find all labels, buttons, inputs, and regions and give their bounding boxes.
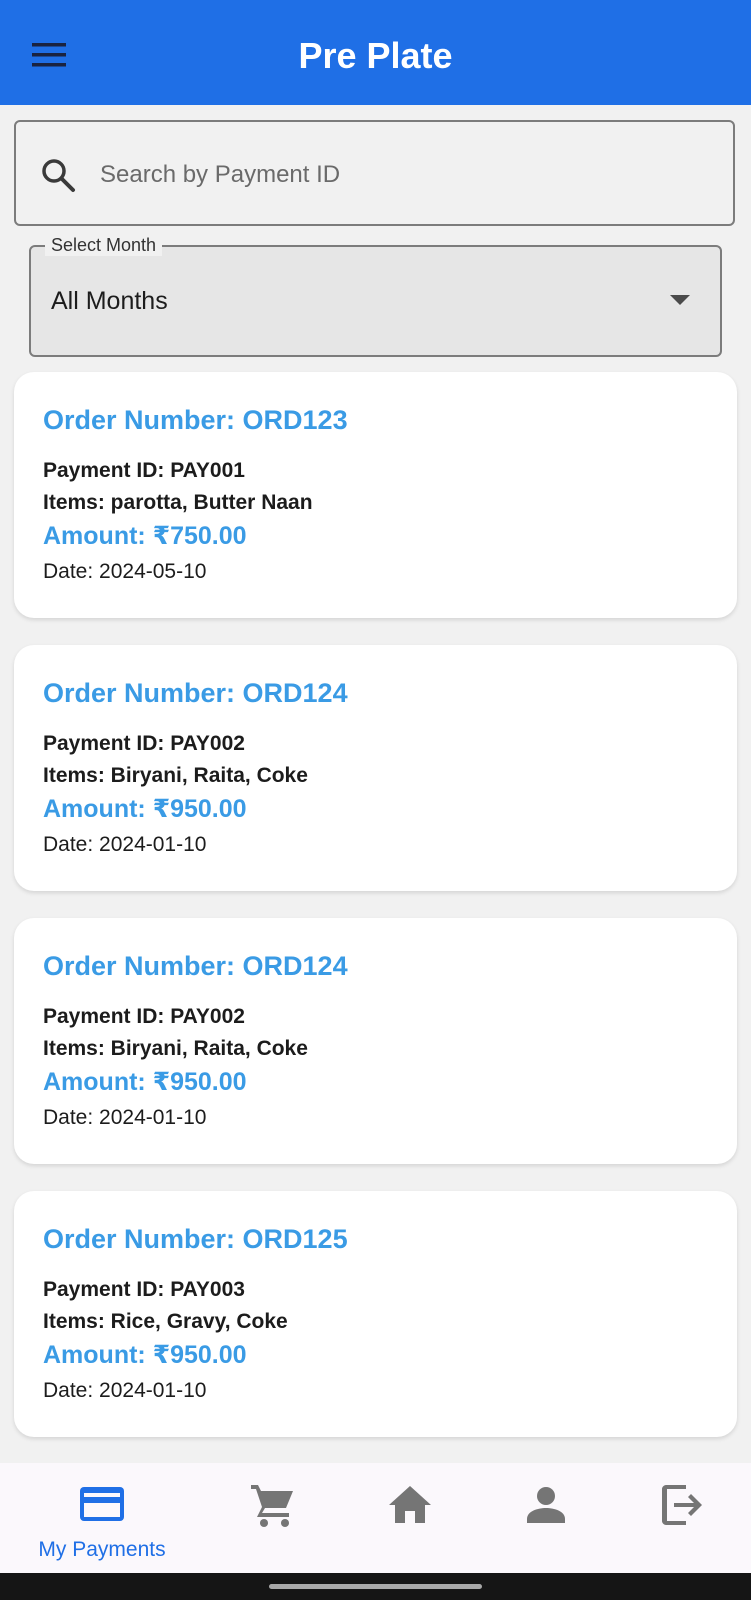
order-date: Date: 2024-05-10 bbox=[43, 560, 207, 583]
order-number: Order Number: ORD125 bbox=[43, 1224, 348, 1254]
order-amount: Amount: ₹950.00 bbox=[43, 1341, 247, 1369]
order-card[interactable]: Order Number: ORD124 Payment ID: PAY002 … bbox=[14, 918, 737, 1164]
system-navigation-bar bbox=[0, 1573, 751, 1600]
payment-id: Payment ID: PAY001 bbox=[43, 459, 245, 482]
month-dropdown[interactable]: Select Month All Months bbox=[29, 234, 722, 357]
order-amount: Amount: ₹950.00 bbox=[43, 1068, 247, 1096]
search-icon bbox=[42, 159, 75, 192]
search-box[interactable] bbox=[14, 120, 735, 226]
credit-card-icon bbox=[80, 1487, 124, 1521]
cart-icon bbox=[251, 1485, 293, 1527]
nav-home[interactable] bbox=[335, 1463, 485, 1573]
order-amount: Amount: ₹750.00 bbox=[43, 522, 247, 550]
nav-profile[interactable] bbox=[471, 1463, 621, 1573]
nav-logout[interactable] bbox=[607, 1463, 751, 1573]
order-items: Items: Rice, Gravy, Coke bbox=[43, 1310, 288, 1333]
order-date: Date: 2024-01-10 bbox=[43, 1379, 207, 1402]
month-dropdown-label: Select Month bbox=[45, 234, 163, 256]
order-items: Items: Biryani, Raita, Coke bbox=[43, 1037, 308, 1060]
nav-label-my-payments: My Payments bbox=[38, 1538, 166, 1561]
home-gesture-handle[interactable] bbox=[269, 1584, 482, 1589]
nav-my-payments[interactable]: My Payments bbox=[27, 1463, 177, 1573]
person-icon bbox=[527, 1487, 565, 1523]
search-input[interactable] bbox=[98, 152, 702, 198]
order-date: Date: 2024-01-10 bbox=[43, 1106, 207, 1129]
logout-icon bbox=[662, 1485, 702, 1525]
app-bar: Pre Plate bbox=[0, 0, 751, 105]
order-card[interactable]: Order Number: ORD124 Payment ID: PAY002 … bbox=[14, 645, 737, 891]
order-number: Order Number: ORD124 bbox=[43, 951, 348, 981]
payment-id: Payment ID: PAY002 bbox=[43, 732, 245, 755]
month-dropdown-value: All Months bbox=[51, 287, 168, 315]
order-card[interactable]: Order Number: ORD123 Payment ID: PAY001 … bbox=[14, 372, 737, 618]
payment-id: Payment ID: PAY003 bbox=[43, 1278, 245, 1301]
payment-id: Payment ID: PAY002 bbox=[43, 1005, 245, 1028]
order-card[interactable]: Order Number: ORD125 Payment ID: PAY003 … bbox=[14, 1191, 737, 1437]
nav-cart[interactable] bbox=[198, 1463, 348, 1573]
order-items: Items: Biryani, Raita, Coke bbox=[43, 764, 308, 787]
order-number: Order Number: ORD123 bbox=[43, 405, 348, 435]
order-number: Order Number: ORD124 bbox=[43, 678, 348, 708]
order-date: Date: 2024-01-10 bbox=[43, 833, 207, 856]
bottom-navigation: My Payments bbox=[0, 1463, 751, 1573]
app-title: Pre Plate bbox=[298, 35, 453, 76]
home-icon bbox=[389, 1486, 431, 1523]
order-items: Items: parotta, Butter Naan bbox=[43, 491, 313, 514]
dropdown-arrow-icon[interactable] bbox=[670, 295, 690, 305]
order-amount: Amount: ₹950.00 bbox=[43, 795, 247, 823]
